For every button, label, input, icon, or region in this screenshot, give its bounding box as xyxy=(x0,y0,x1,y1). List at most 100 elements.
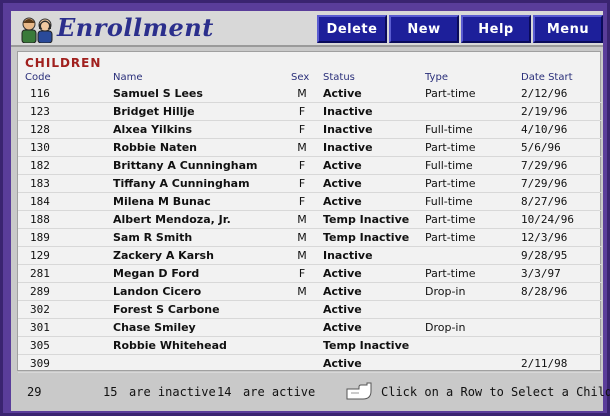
cell-name: Albert Mendoza, Jr. xyxy=(113,213,231,226)
active-label: are active xyxy=(243,385,316,399)
cell-sex: M xyxy=(297,249,307,262)
cell-code: 281 xyxy=(30,267,50,280)
cell-sex: F xyxy=(298,123,306,136)
cell-type: Drop-in xyxy=(425,321,466,334)
cell-name: Megan D Ford xyxy=(113,267,200,280)
cell-date-start: 2/11/98 xyxy=(521,357,568,370)
cell-code: 309 xyxy=(30,357,50,370)
cell-code: 183 xyxy=(30,177,50,190)
inactive-count: 15 xyxy=(103,385,118,399)
cell-date-start: 10/24/96 xyxy=(521,213,574,226)
table-row[interactable]: 130 Robbie Naten M Inactive Part-time 5/6/96 xyxy=(18,139,602,157)
cell-code: 182 xyxy=(30,159,50,172)
table-body: 116 Samuel S Lees M Active Part-time 2/12/96 1… xyxy=(18,85,602,373)
cell-date-start: 7/29/96 xyxy=(521,177,568,190)
column-header-sex[interactable]: Sex xyxy=(291,72,309,83)
cell-type: Part-time xyxy=(425,213,476,226)
table-row[interactable]: 182 Brittany A Cunningham F Active Full-time… xyxy=(18,157,602,175)
new-button[interactable]: New xyxy=(389,15,459,43)
cell-status: Active xyxy=(323,321,362,334)
cell-sex: F xyxy=(298,159,306,172)
cell-name: Alxea Yilkins xyxy=(113,123,193,136)
cell-code: 188 xyxy=(30,213,50,226)
cell-code: 301 xyxy=(30,321,50,334)
table-row[interactable]: 302 Forest S Carbone Active xyxy=(18,301,602,319)
cell-status: Inactive xyxy=(323,105,373,118)
table-row[interactable]: 116 Samuel S Lees M Active Part-time 2/12/96 xyxy=(18,85,602,103)
cell-sex: F xyxy=(298,105,306,118)
cell-code: 302 xyxy=(30,303,50,316)
column-header-code[interactable]: Code xyxy=(25,72,51,83)
cell-date-start: 3/3/97 xyxy=(521,267,561,280)
cell-status: Active xyxy=(323,267,362,280)
cell-code: 189 xyxy=(30,231,50,244)
table-row[interactable]: 309 Active 2/11/98 xyxy=(18,355,602,373)
cell-date-start: 12/3/96 xyxy=(521,231,568,244)
column-header-status[interactable]: Status xyxy=(323,72,355,83)
cell-name: Forest S Carbone xyxy=(113,303,220,316)
cell-sex: M xyxy=(297,213,307,226)
cell-name: Sam R Smith xyxy=(113,231,193,244)
cell-type: Full-time xyxy=(425,159,473,172)
table-row[interactable]: 123 Bridget Hillje F Inactive 2/19/96 xyxy=(18,103,602,121)
cell-type: Part-time xyxy=(425,141,476,154)
cell-name: Samuel S Lees xyxy=(113,87,203,100)
cell-name: Chase Smiley xyxy=(113,321,196,334)
cell-date-start: 2/19/96 xyxy=(521,105,568,118)
cell-sex: F xyxy=(298,195,306,208)
cell-sex: M xyxy=(297,285,307,298)
cell-date-start: 7/29/96 xyxy=(521,159,568,172)
table-row[interactable]: 289 Landon Cicero M Active Drop-in 8/28/96 xyxy=(18,283,602,301)
menu-button[interactable]: Menu xyxy=(533,15,603,43)
active-count: 14 xyxy=(217,385,232,399)
table-row[interactable]: 188 Albert Mendoza, Jr. M Temp Inactive Part… xyxy=(18,211,602,229)
cell-name: Robbie Naten xyxy=(113,141,198,154)
cell-date-start: 8/28/96 xyxy=(521,285,568,298)
cell-date-start: 9/28/95 xyxy=(521,249,568,262)
cell-status: Active xyxy=(323,357,362,370)
table-row[interactable]: 189 Sam R Smith M Temp Inactive Part-time 12/… xyxy=(18,229,602,247)
pointing-hand-icon xyxy=(346,382,372,400)
cell-name: Landon Cicero xyxy=(113,285,202,298)
cell-date-start: 2/12/96 xyxy=(521,87,568,100)
cell-sex: F xyxy=(298,267,306,280)
cell-name: Tiffany A Cunningham xyxy=(113,177,250,190)
table-row[interactable]: 281 Megan D Ford F Active Part-time 3/3/97 xyxy=(18,265,602,283)
children-list: CHILDREN Code Name Sex Status Type Date … xyxy=(17,51,602,373)
help-button[interactable]: Help xyxy=(461,15,531,43)
table-row[interactable]: 128 Alxea Yilkins F Inactive Full-time 4/10/9… xyxy=(18,121,602,139)
cell-type: Full-time xyxy=(425,195,473,208)
cell-status: Inactive xyxy=(323,141,373,154)
table-row[interactable]: 184 Milena M Bunac F Active Full-time 8/27/96 xyxy=(18,193,602,211)
column-header-date-start[interactable]: Date Start xyxy=(521,72,573,83)
cell-date-start: 4/10/96 xyxy=(521,123,568,136)
enrollment-window: Enrollment Delete New Help Menu CHILDREN… xyxy=(11,11,610,411)
cell-type: Drop-in xyxy=(425,285,466,298)
cell-name: Brittany A Cunningham xyxy=(113,159,258,172)
cell-status: Temp Inactive xyxy=(323,231,410,244)
table-row[interactable]: 305 Robbie Whitehead Temp Inactive xyxy=(18,337,602,355)
cell-status: Active xyxy=(323,159,362,172)
table-row[interactable]: 183 Tiffany A Cunningham F Active Part-time 7… xyxy=(18,175,602,193)
cell-sex: M xyxy=(297,141,307,154)
cell-name: Milena M Bunac xyxy=(113,195,211,208)
inactive-label: are inactive xyxy=(129,385,216,399)
cell-name: Zackery A Karsh xyxy=(113,249,214,262)
cell-code: 116 xyxy=(30,87,50,100)
cell-code: 289 xyxy=(30,285,50,298)
cell-name: Bridget Hillje xyxy=(113,105,195,118)
cell-type: Full-time xyxy=(425,123,473,136)
children-logo-icon xyxy=(21,17,53,43)
column-header-type[interactable]: Type xyxy=(425,72,448,83)
cell-date-start: 5/6/96 xyxy=(521,141,561,154)
window-frame: Enrollment Delete New Help Menu CHILDREN… xyxy=(0,0,610,416)
cell-status: Inactive xyxy=(323,249,373,262)
cell-code: 123 xyxy=(30,105,50,118)
column-header-name[interactable]: Name xyxy=(113,72,143,83)
table-row[interactable]: 301 Chase Smiley Active Drop-in xyxy=(18,319,602,337)
cell-status: Inactive xyxy=(323,123,373,136)
cell-status: Active xyxy=(323,177,362,190)
table-row[interactable]: 129 Zackery A Karsh M Inactive 9/28/95 xyxy=(18,247,602,265)
toolbar: Delete New Help Menu xyxy=(315,15,603,43)
delete-button[interactable]: Delete xyxy=(317,15,387,43)
